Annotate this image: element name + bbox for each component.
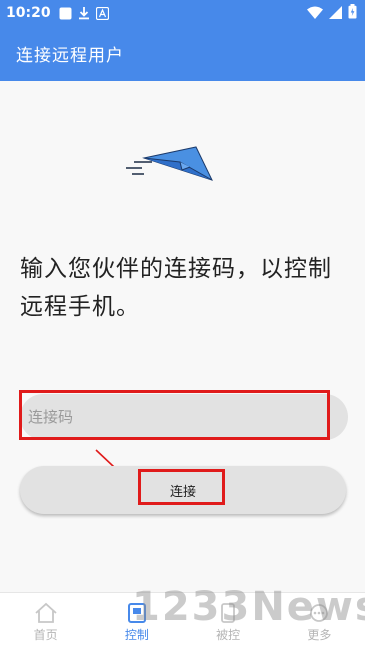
page-title: 连接远程用户	[16, 46, 124, 66]
more-icon	[310, 603, 329, 622]
notification-square-icon	[59, 7, 72, 20]
nav-item-control[interactable]: 控制	[91, 593, 182, 650]
battery-icon	[348, 3, 357, 23]
screen: 10:20 连接远程用户 输入您伙伴的连接码，以控制远程手机。 连接码 连接 首…	[0, 0, 365, 650]
status-indicators	[307, 3, 357, 23]
app-bar: 连接远程用户	[0, 26, 365, 81]
home-icon	[35, 602, 57, 623]
connect-button[interactable]: 连接	[20, 466, 346, 514]
app-a-icon	[95, 6, 109, 20]
nav-label-more: 更多	[307, 627, 332, 642]
nav-label-controlled: 被控	[216, 627, 241, 642]
connect-prompt: 输入您伙伴的连接码，以控制远程手机。	[20, 256, 332, 320]
connection-code-input[interactable]	[20, 394, 348, 440]
nav-item-home[interactable]: 首页	[0, 593, 91, 650]
nav-item-controlled[interactable]: 被控	[183, 593, 274, 650]
controlled-icon	[221, 602, 236, 623]
nav-item-more[interactable]: 更多	[274, 593, 365, 650]
status-bar: 10:20	[0, 0, 365, 26]
paper-plane-icon	[122, 140, 218, 186]
nav-label-home: 首页	[33, 627, 58, 642]
bottom-nav: 首页 控制 被控 更多	[0, 592, 365, 650]
connect-button-label: 连接	[169, 484, 196, 500]
status-time: 10:20	[6, 5, 51, 21]
remote-control-icon	[127, 602, 146, 623]
nav-label-control: 控制	[124, 627, 149, 642]
signal-icon	[329, 4, 342, 23]
download-icon	[78, 6, 90, 20]
wifi-icon	[307, 4, 323, 23]
